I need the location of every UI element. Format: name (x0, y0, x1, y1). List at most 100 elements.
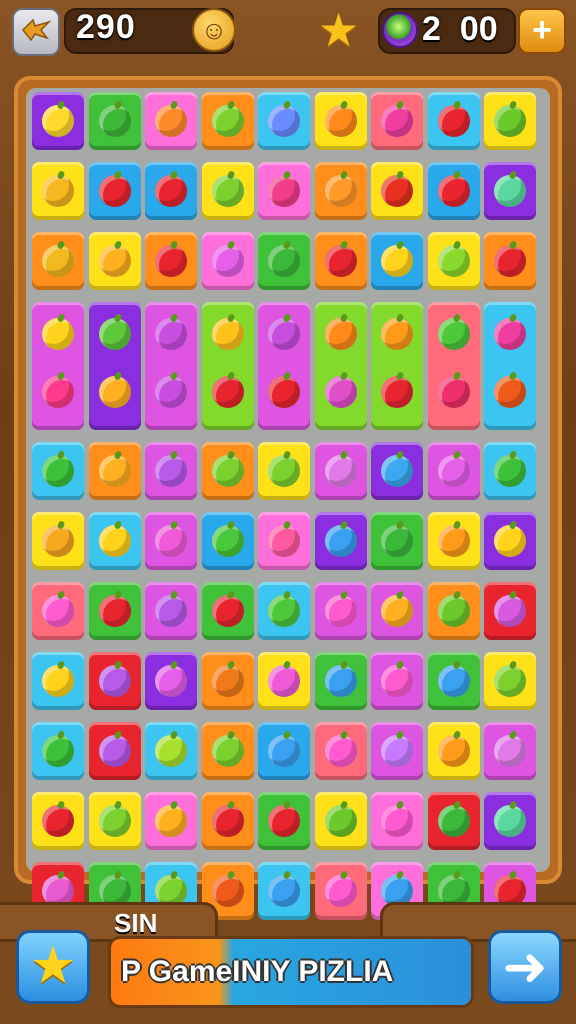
board-tile[interactable] (258, 442, 310, 500)
board-tile[interactable] (371, 792, 423, 850)
board-tile[interactable] (371, 722, 423, 780)
board-tile[interactable] (484, 792, 536, 850)
board-tile[interactable] (32, 792, 84, 850)
board-tile[interactable] (484, 582, 536, 640)
board-tile[interactable] (427, 162, 480, 220)
board-tile[interactable] (258, 792, 310, 850)
board-tile[interactable] (258, 92, 310, 150)
board-tile[interactable] (88, 652, 141, 710)
board-tile[interactable] (258, 162, 310, 220)
board-tile[interactable] (427, 232, 480, 290)
board-tile[interactable] (201, 232, 254, 290)
board-tile[interactable] (88, 582, 141, 640)
board-tile[interactable] (427, 92, 480, 150)
board-tile[interactable] (201, 652, 254, 710)
board-tile[interactable] (145, 582, 197, 640)
board-tile[interactable] (484, 512, 536, 570)
board-tile[interactable] (145, 512, 197, 570)
board-tile[interactable] (201, 582, 254, 640)
game-title-banner[interactable]: P GameINIY PIZLIA (108, 936, 474, 1008)
board-tile[interactable] (145, 722, 197, 780)
board-tile[interactable] (371, 652, 423, 710)
board-tile[interactable] (88, 512, 141, 570)
fruit-icon (324, 376, 357, 408)
board-tile[interactable] (32, 232, 84, 290)
board-tile[interactable] (258, 652, 310, 710)
board-tile[interactable] (484, 92, 536, 150)
board-tile[interactable] (145, 232, 197, 290)
board-tile[interactable] (201, 92, 254, 150)
add-coins-button[interactable]: + (518, 8, 566, 54)
board-tile[interactable] (32, 722, 84, 780)
board-tile[interactable] (371, 162, 423, 220)
board-tile[interactable] (371, 302, 423, 430)
back-button[interactable] (12, 8, 60, 56)
board-tile[interactable] (32, 652, 84, 710)
board-tile[interactable] (371, 232, 423, 290)
board-tile[interactable] (314, 582, 367, 640)
board-tile[interactable] (32, 442, 84, 500)
board-tile[interactable] (145, 442, 197, 500)
smiley-face-icon[interactable]: ☺ (192, 8, 236, 52)
board-tile[interactable] (484, 302, 536, 430)
board-tile[interactable] (201, 162, 254, 220)
board-tile[interactable] (32, 162, 84, 220)
board-tile[interactable] (314, 512, 367, 570)
board-tile[interactable] (145, 792, 197, 850)
board-tile[interactable] (371, 512, 423, 570)
next-button[interactable]: ➜ (488, 930, 562, 1004)
board-tile[interactable] (88, 722, 141, 780)
fruit-icon (494, 318, 526, 350)
fruit-icon (494, 525, 526, 557)
board-tile[interactable] (427, 442, 480, 500)
board-tile[interactable] (201, 442, 254, 500)
board-tile[interactable] (201, 302, 254, 430)
board-tile[interactable] (88, 302, 141, 430)
board-tile[interactable] (201, 722, 254, 780)
board-tile[interactable] (201, 512, 254, 570)
board-tile[interactable] (427, 582, 480, 640)
board-tile[interactable] (88, 92, 141, 150)
board-tile[interactable] (484, 162, 536, 220)
board-tile[interactable] (258, 512, 310, 570)
fruit-icon (437, 245, 470, 277)
board-tile[interactable] (145, 652, 197, 710)
board-tile[interactable] (88, 792, 141, 850)
star-button[interactable]: ★ (16, 930, 90, 1004)
board-tile[interactable] (258, 582, 310, 640)
board-tile[interactable] (427, 652, 480, 710)
board-tile[interactable] (32, 582, 84, 640)
board-tile[interactable] (427, 302, 480, 430)
board-tile[interactable] (145, 92, 197, 150)
board-tile[interactable] (484, 232, 536, 290)
board-tile[interactable] (88, 442, 141, 500)
board-tile[interactable] (427, 722, 480, 780)
board-tile[interactable] (32, 302, 84, 430)
board-tile[interactable] (427, 512, 480, 570)
board-tile[interactable] (484, 442, 536, 500)
board-tile[interactable] (314, 302, 367, 430)
board-tile[interactable] (371, 92, 423, 150)
board-tile[interactable] (427, 792, 480, 850)
board-tile[interactable] (484, 722, 536, 780)
board-tile[interactable] (88, 162, 141, 220)
board-tile[interactable] (258, 302, 310, 430)
board-tile[interactable] (258, 722, 310, 780)
board-tile[interactable] (314, 232, 367, 290)
board-tile[interactable] (258, 232, 310, 290)
board-tile[interactable] (484, 652, 536, 710)
board-tile[interactable] (88, 232, 141, 290)
board-tile[interactable] (314, 792, 367, 850)
board-tile[interactable] (201, 792, 254, 850)
board-tile[interactable] (32, 92, 84, 150)
board-tile[interactable] (314, 92, 367, 150)
board-tile[interactable] (314, 442, 367, 500)
board-tile[interactable] (371, 442, 423, 500)
board-tile[interactable] (314, 162, 367, 220)
board-tile[interactable] (314, 652, 367, 710)
board-tile[interactable] (145, 302, 197, 430)
board-tile[interactable] (32, 512, 84, 570)
board-tile[interactable] (145, 162, 197, 220)
board-tile[interactable] (371, 582, 423, 640)
board-tile[interactable] (314, 722, 367, 780)
